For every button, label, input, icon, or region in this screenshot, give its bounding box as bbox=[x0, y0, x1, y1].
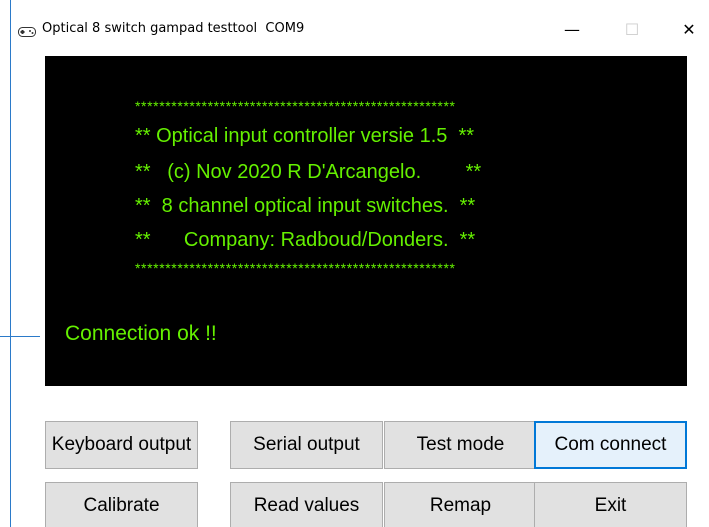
close-icon: ✕ bbox=[682, 19, 696, 39]
test-mode-button[interactable]: Test mode bbox=[384, 421, 537, 469]
console-line-border-bottom: ****************************************… bbox=[135, 260, 456, 276]
maximize-button[interactable]: ☐ bbox=[609, 14, 655, 44]
keyboard-output-button[interactable]: Keyboard output bbox=[45, 421, 198, 469]
title-bar[interactable]: Optical 8 switch gampad testtool COM9 — … bbox=[11, 0, 709, 56]
minimize-button[interactable]: — bbox=[549, 14, 595, 44]
close-button[interactable]: ✕ bbox=[666, 14, 709, 44]
calibrate-button[interactable]: Calibrate bbox=[45, 482, 198, 527]
serial-output-button[interactable]: Serial output bbox=[230, 421, 383, 469]
gamepad-icon bbox=[18, 24, 36, 37]
console-line-copyright: ** (c) Nov 2020 R D'Arcangelo. ** bbox=[135, 161, 482, 183]
console-line-version: ** Optical input controller versie 1.5 *… bbox=[135, 125, 475, 147]
app-window: Optical 8 switch gampad testtool COM9 — … bbox=[0, 0, 709, 527]
maximize-icon: ☐ bbox=[624, 19, 640, 39]
minimize-icon: — bbox=[564, 19, 580, 39]
exit-button[interactable]: Exit bbox=[534, 482, 687, 527]
read-values-button[interactable]: Read values bbox=[230, 482, 383, 527]
window-border bbox=[10, 0, 11, 527]
console-output: ****************************************… bbox=[45, 56, 687, 386]
com-connect-button[interactable]: Com connect bbox=[534, 421, 687, 469]
console-line-border-top: ****************************************… bbox=[135, 98, 456, 114]
console-line-company: ** Company: Radboud/Donders. ** bbox=[135, 229, 476, 251]
remap-button[interactable]: Remap bbox=[384, 482, 537, 527]
connector-line bbox=[0, 336, 40, 337]
window-title: Optical 8 switch gampad testtool COM9 bbox=[42, 21, 305, 36]
connection-status: Connection ok !! bbox=[65, 322, 217, 345]
console-line-channels: ** 8 channel optical input switches. ** bbox=[135, 195, 476, 217]
